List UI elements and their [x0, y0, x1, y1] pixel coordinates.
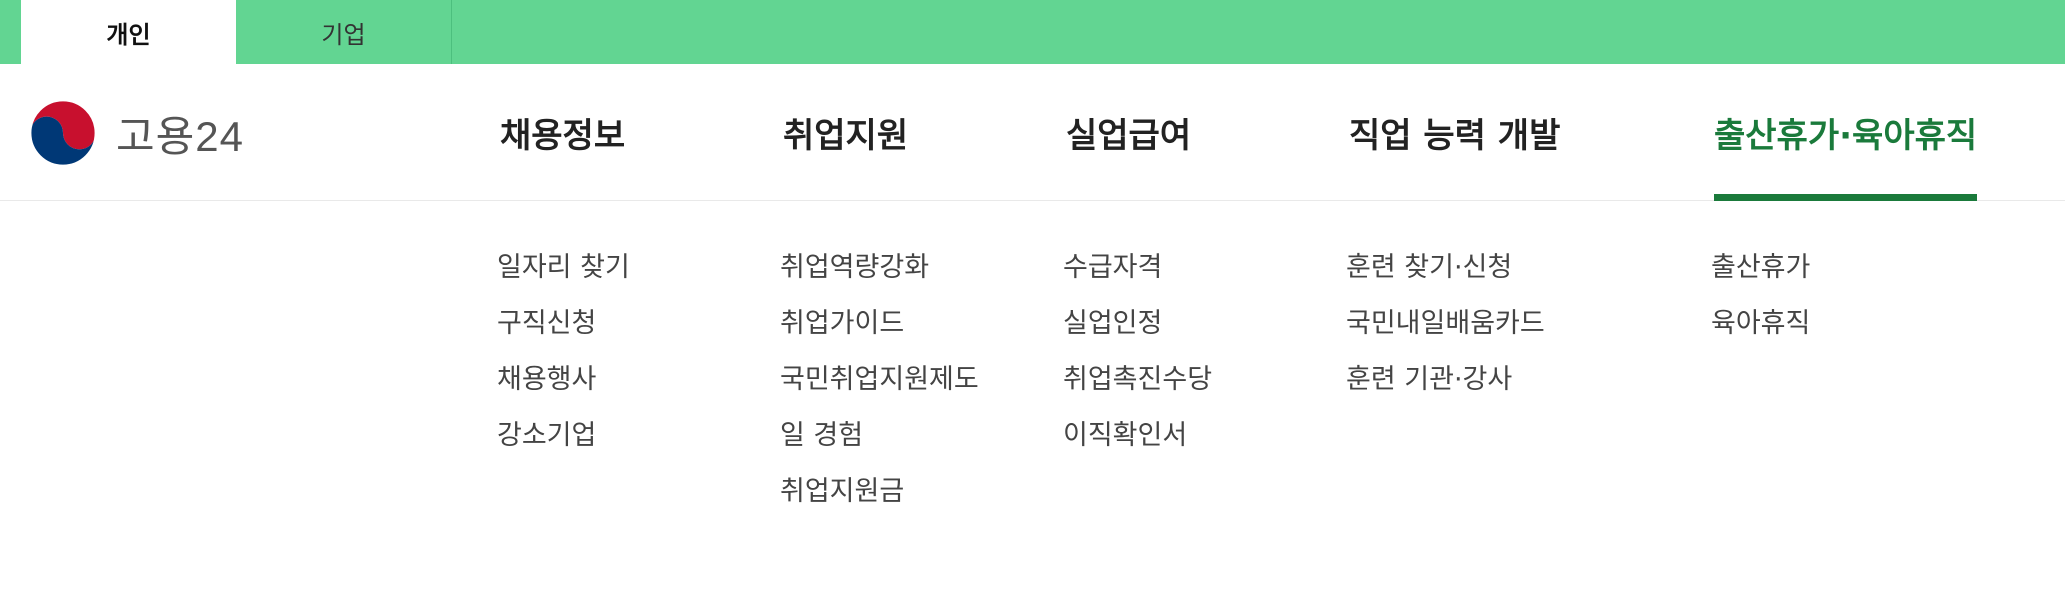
submenu-employment-support: 취업역량강화 취업가이드 국민취업지원제도 일 경험 취업지원금	[780, 230, 979, 530]
submenu-maternity-parental-leave: 출산휴가 육아휴직	[1711, 230, 1810, 362]
submenu-item[interactable]: 취업지원금	[780, 454, 979, 530]
user-type-bar: 개인 기업	[0, 0, 2065, 64]
gnb-label: 직업 능력 개발	[1349, 116, 1561, 156]
gnb-recruitment[interactable]: 채용정보	[500, 64, 625, 201]
gnb-unemployment-benefit[interactable]: 실업급여	[1066, 64, 1191, 201]
gnb-employment-support[interactable]: 취업지원	[783, 64, 908, 201]
gnb-label: 출산휴가·육아휴직	[1714, 116, 1978, 156]
site-logo[interactable]: 고용24	[24, 94, 244, 172]
gnb-label: 채용정보	[500, 116, 626, 156]
gnb-label: 실업급여	[1066, 116, 1192, 156]
main-header: 고용24 채용정보 취업지원 실업급여 직업 능력 개발 출산휴가·육아휴직	[0, 64, 2065, 201]
gnb-label: 취업지원	[783, 116, 909, 156]
active-menu-underline	[1714, 194, 1978, 201]
taegeuk-emblem-icon	[27, 97, 99, 169]
tab-personal[interactable]: 개인	[21, 0, 236, 64]
submenu-item[interactable]: 육아휴직	[1711, 286, 1810, 362]
submenu-recruitment: 일자리 찾기 구직신청 채용행사 강소기업	[497, 230, 630, 474]
submenu-item[interactable]: 강소기업	[497, 398, 630, 474]
submenu-unemployment-benefit: 수급자격 실업인정 취업촉진수당 이직확인서	[1063, 230, 1212, 474]
gnb-maternity-parental-leave[interactable]: 출산휴가·육아휴직	[1714, 64, 1978, 201]
submenu-vocational-training: 훈련 찾기·신청 국민내일배움카드 훈련 기관·강사	[1346, 230, 1545, 418]
logo-text: 고용24	[116, 112, 244, 160]
tab-business[interactable]: 기업	[236, 0, 452, 64]
gnb-vocational-training[interactable]: 직업 능력 개발	[1349, 64, 1560, 201]
